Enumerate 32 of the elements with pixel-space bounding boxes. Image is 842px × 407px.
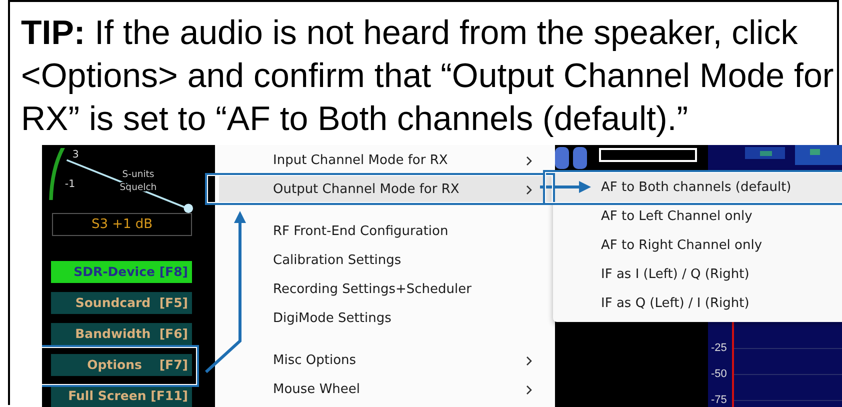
submenu-item[interactable]: IF as I (Left) / Q (Right)	[553, 260, 842, 289]
menu-item[interactable]: DigiMode Settings	[219, 304, 551, 333]
axis-label: -75	[710, 394, 728, 406]
menu-item[interactable]: Mouse Wheel	[219, 375, 551, 404]
axis-label: -25	[710, 342, 728, 354]
sidebar-button[interactable]: Full Screen [F11]	[51, 385, 192, 407]
menu-item[interactable]: Recording Settings+Scheduler	[219, 275, 551, 304]
menu-item[interactable]: Calibration Settings	[219, 246, 551, 275]
submenu-item[interactable]: IF as Q (Left) / I (Right)	[553, 289, 842, 318]
submenu-item[interactable]: AF to Left Channel only	[553, 202, 842, 231]
chevron-right-icon	[525, 384, 533, 394]
digit-display-drawing	[555, 147, 587, 169]
scale-label: 3	[72, 149, 79, 160]
chevron-right-icon	[525, 356, 533, 366]
sidebar-button[interactable]: Options [F7]	[51, 354, 192, 376]
submenu-item[interactable]: AF to Both channels (default)	[553, 173, 842, 202]
scale-label: -1	[64, 179, 76, 190]
chevron-right-icon	[525, 184, 533, 194]
menu-item[interactable]: Input Channel Mode for RX	[219, 146, 551, 175]
callout-arrow	[540, 181, 591, 193]
meter-title: S-units	[122, 168, 154, 180]
menu-item[interactable]: Misc Options	[219, 346, 551, 375]
chevron-right-icon	[525, 156, 533, 166]
sidebar-button[interactable]: Soundcard [F5]	[51, 292, 192, 314]
meter-scale-drawing	[49, 148, 67, 200]
meter-reading: S3 +1 dB	[52, 213, 192, 236]
submenu-item[interactable]: AF to Right Channel only	[553, 231, 842, 260]
menu-item[interactable]: RF Front-End Configuration	[219, 217, 551, 246]
tip-text: TIP: If the audio is not heard from the speaker, click <Options> and confirm that “Output Channel Mode for RX” is set to “AF to Both channels (default).”	[21, 13, 835, 140]
axis-label: -50	[710, 368, 728, 380]
sidebar-button[interactable]: Bandwidth [F6]	[51, 323, 192, 345]
sidebar-button[interactable]: SDR-Device [F8]	[51, 261, 192, 283]
